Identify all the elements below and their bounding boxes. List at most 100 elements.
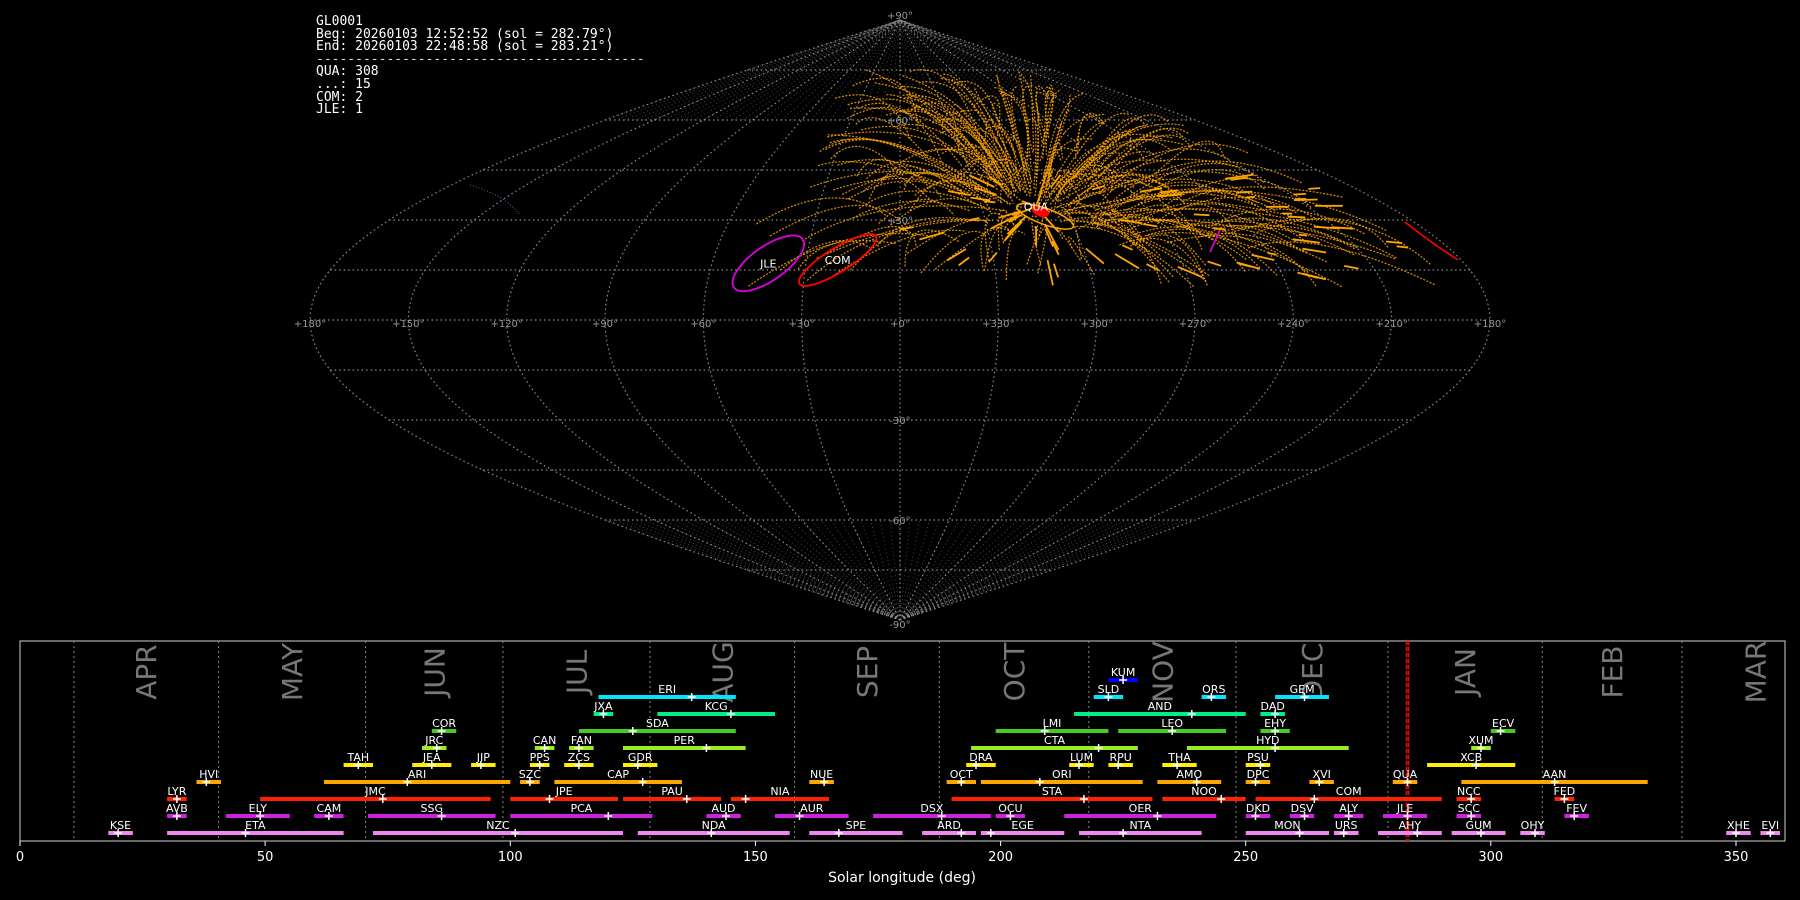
- shower-noo: NOO: [1162, 785, 1246, 803]
- shower-ssg: SSG: [368, 802, 496, 820]
- shower-bars: KUM ERI SLD ORS GEM JXA KCG AND DAD COR SDA LMI LEO E…: [108, 666, 1781, 837]
- x-tick-label: 200: [988, 850, 1013, 865]
- meteor-trail: [1174, 224, 1396, 260]
- shower-code-label: PCA: [570, 802, 592, 815]
- shower-code-label: NCC: [1457, 785, 1481, 798]
- shower-amo: AMO: [1157, 768, 1222, 786]
- shower-dpc: DPC: [1245, 768, 1271, 786]
- shower-per: PER: [623, 734, 746, 752]
- shower-code-label: DPC: [1247, 768, 1270, 781]
- shower-code-label: AVB: [166, 802, 188, 815]
- shower-tha: THA: [1162, 751, 1197, 769]
- month-label: APR: [130, 644, 163, 700]
- polar-meridian: [624, 19, 901, 121]
- shower-code-label: XUM: [1468, 734, 1493, 747]
- shower-timeline-chart: APR MAY JUN JUL AUG SEP OCT NOV DEC JAN FEB MAR KUM…: [16, 640, 1786, 886]
- month-label: FEB: [1596, 645, 1629, 698]
- meteor-trail: [934, 226, 1002, 270]
- shower-code-label: ORS: [1202, 683, 1225, 696]
- month-label: MAR: [1740, 641, 1773, 704]
- shower-code-label: FAN: [571, 734, 592, 747]
- shower-sda: SDA: [578, 717, 736, 735]
- shower-code-label: NZC: [486, 819, 510, 832]
- shower-kum: KUM: [1108, 666, 1138, 684]
- meteor-trail: [1005, 230, 1026, 281]
- shower-cap: CAP: [554, 768, 682, 786]
- shower-eta: ETA: [167, 819, 344, 837]
- shower-peak-marker: [726, 710, 735, 718]
- x-tick-label: 300: [1478, 850, 1503, 865]
- polar-meridian: [840, 519, 901, 621]
- shower-code-label: COR: [432, 717, 456, 730]
- shower-zcs: ZCS: [564, 751, 594, 769]
- meridian-line: [899, 19, 1393, 621]
- x-tick-label: 50: [257, 850, 274, 865]
- shower-dkd: DKD: [1245, 802, 1271, 820]
- month-label: JUN: [418, 647, 451, 699]
- shower-code-label: SSG: [421, 802, 444, 815]
- lon-tick-label: +330°: [982, 319, 1014, 330]
- polar-meridian: [683, 519, 901, 621]
- observation-info-panel: GL0001 Beg: 20260103 12:52:52 (sol = 282…: [316, 15, 645, 117]
- shower-code-label: PAU: [661, 785, 683, 798]
- shower-code-label: THA: [1167, 751, 1191, 764]
- shower-peak-marker: [638, 778, 647, 786]
- lat-tick-label: +30°: [887, 216, 913, 227]
- shower-ecv: ECV: [1490, 717, 1516, 735]
- shower-nta: NTA: [1079, 819, 1202, 837]
- shower-code-label: OHY: [1521, 819, 1545, 832]
- shower-code-label: CAN: [533, 734, 556, 747]
- shower-szc: SZC: [519, 768, 541, 786]
- shower-ncc: NCC: [1456, 785, 1481, 803]
- radiant-label-jle: JLE: [759, 257, 776, 270]
- meteor-trail: [1143, 223, 1158, 228]
- shower-code-label: DSX: [920, 802, 943, 815]
- lon-tick-label: +120°: [490, 319, 522, 330]
- shower-peak-marker: [1187, 710, 1196, 718]
- shower-ard: ARD: [922, 819, 976, 837]
- shower-urs: URS: [1333, 819, 1359, 837]
- faint-trail: [469, 184, 521, 216]
- polar-meridian: [899, 519, 1107, 621]
- polar-meridian: [673, 519, 901, 621]
- shower-tah: TAH: [343, 751, 373, 769]
- shower-code-label: JRC: [424, 734, 443, 747]
- lat-tick-label: +60°: [887, 116, 913, 127]
- shower-code-label: SLD: [1098, 683, 1120, 696]
- shower-ely: ELY: [225, 802, 290, 820]
- shower-ors: ORS: [1201, 683, 1227, 701]
- polar-meridian: [732, 19, 901, 121]
- lon-tick-label: +0°: [890, 319, 910, 330]
- meteor-trail: [1138, 169, 1265, 200]
- shower-code-label: NIA: [770, 785, 789, 798]
- shower-aan: AAN: [1461, 768, 1648, 786]
- shower-ari: ARI: [324, 768, 511, 786]
- shower-pps: PPS: [530, 751, 550, 769]
- shower-code-label: EGE: [1011, 819, 1033, 832]
- shower-code-label: ERI: [658, 683, 676, 696]
- shower-code-label: AUR: [800, 802, 824, 815]
- shower-evi: EVI: [1760, 819, 1781, 837]
- polar-meridian: [771, 19, 901, 121]
- shower-kcg: KCG: [657, 700, 775, 718]
- shower-code-label: LEO: [1161, 717, 1183, 730]
- shower-jrc: JRC: [422, 734, 447, 752]
- x-tick-label: 150: [743, 850, 768, 865]
- meteor-trail: [826, 225, 910, 254]
- shower-code-label: NOO: [1191, 785, 1217, 798]
- shower-dad: DAD: [1260, 700, 1285, 718]
- shower-code-label: OER: [1129, 802, 1153, 815]
- shower-code-label: ORI: [1052, 768, 1072, 781]
- shower-oer: OER: [1064, 802, 1217, 820]
- shower-aur: AUR: [775, 802, 849, 820]
- shower-gdr: GDR: [623, 751, 658, 769]
- meteor-trail: [1053, 263, 1060, 278]
- shower-peak-marker: [545, 795, 554, 803]
- lon-tick-label: +90°: [592, 319, 618, 330]
- shower-jea: JEA: [412, 751, 452, 769]
- shower-code-label: MON: [1274, 819, 1300, 832]
- lon-tick-label: +180°: [294, 319, 326, 330]
- radiant-label-com: COM: [825, 254, 851, 267]
- meteor-trail: [1298, 233, 1308, 237]
- shower-ege: EGE: [980, 819, 1065, 837]
